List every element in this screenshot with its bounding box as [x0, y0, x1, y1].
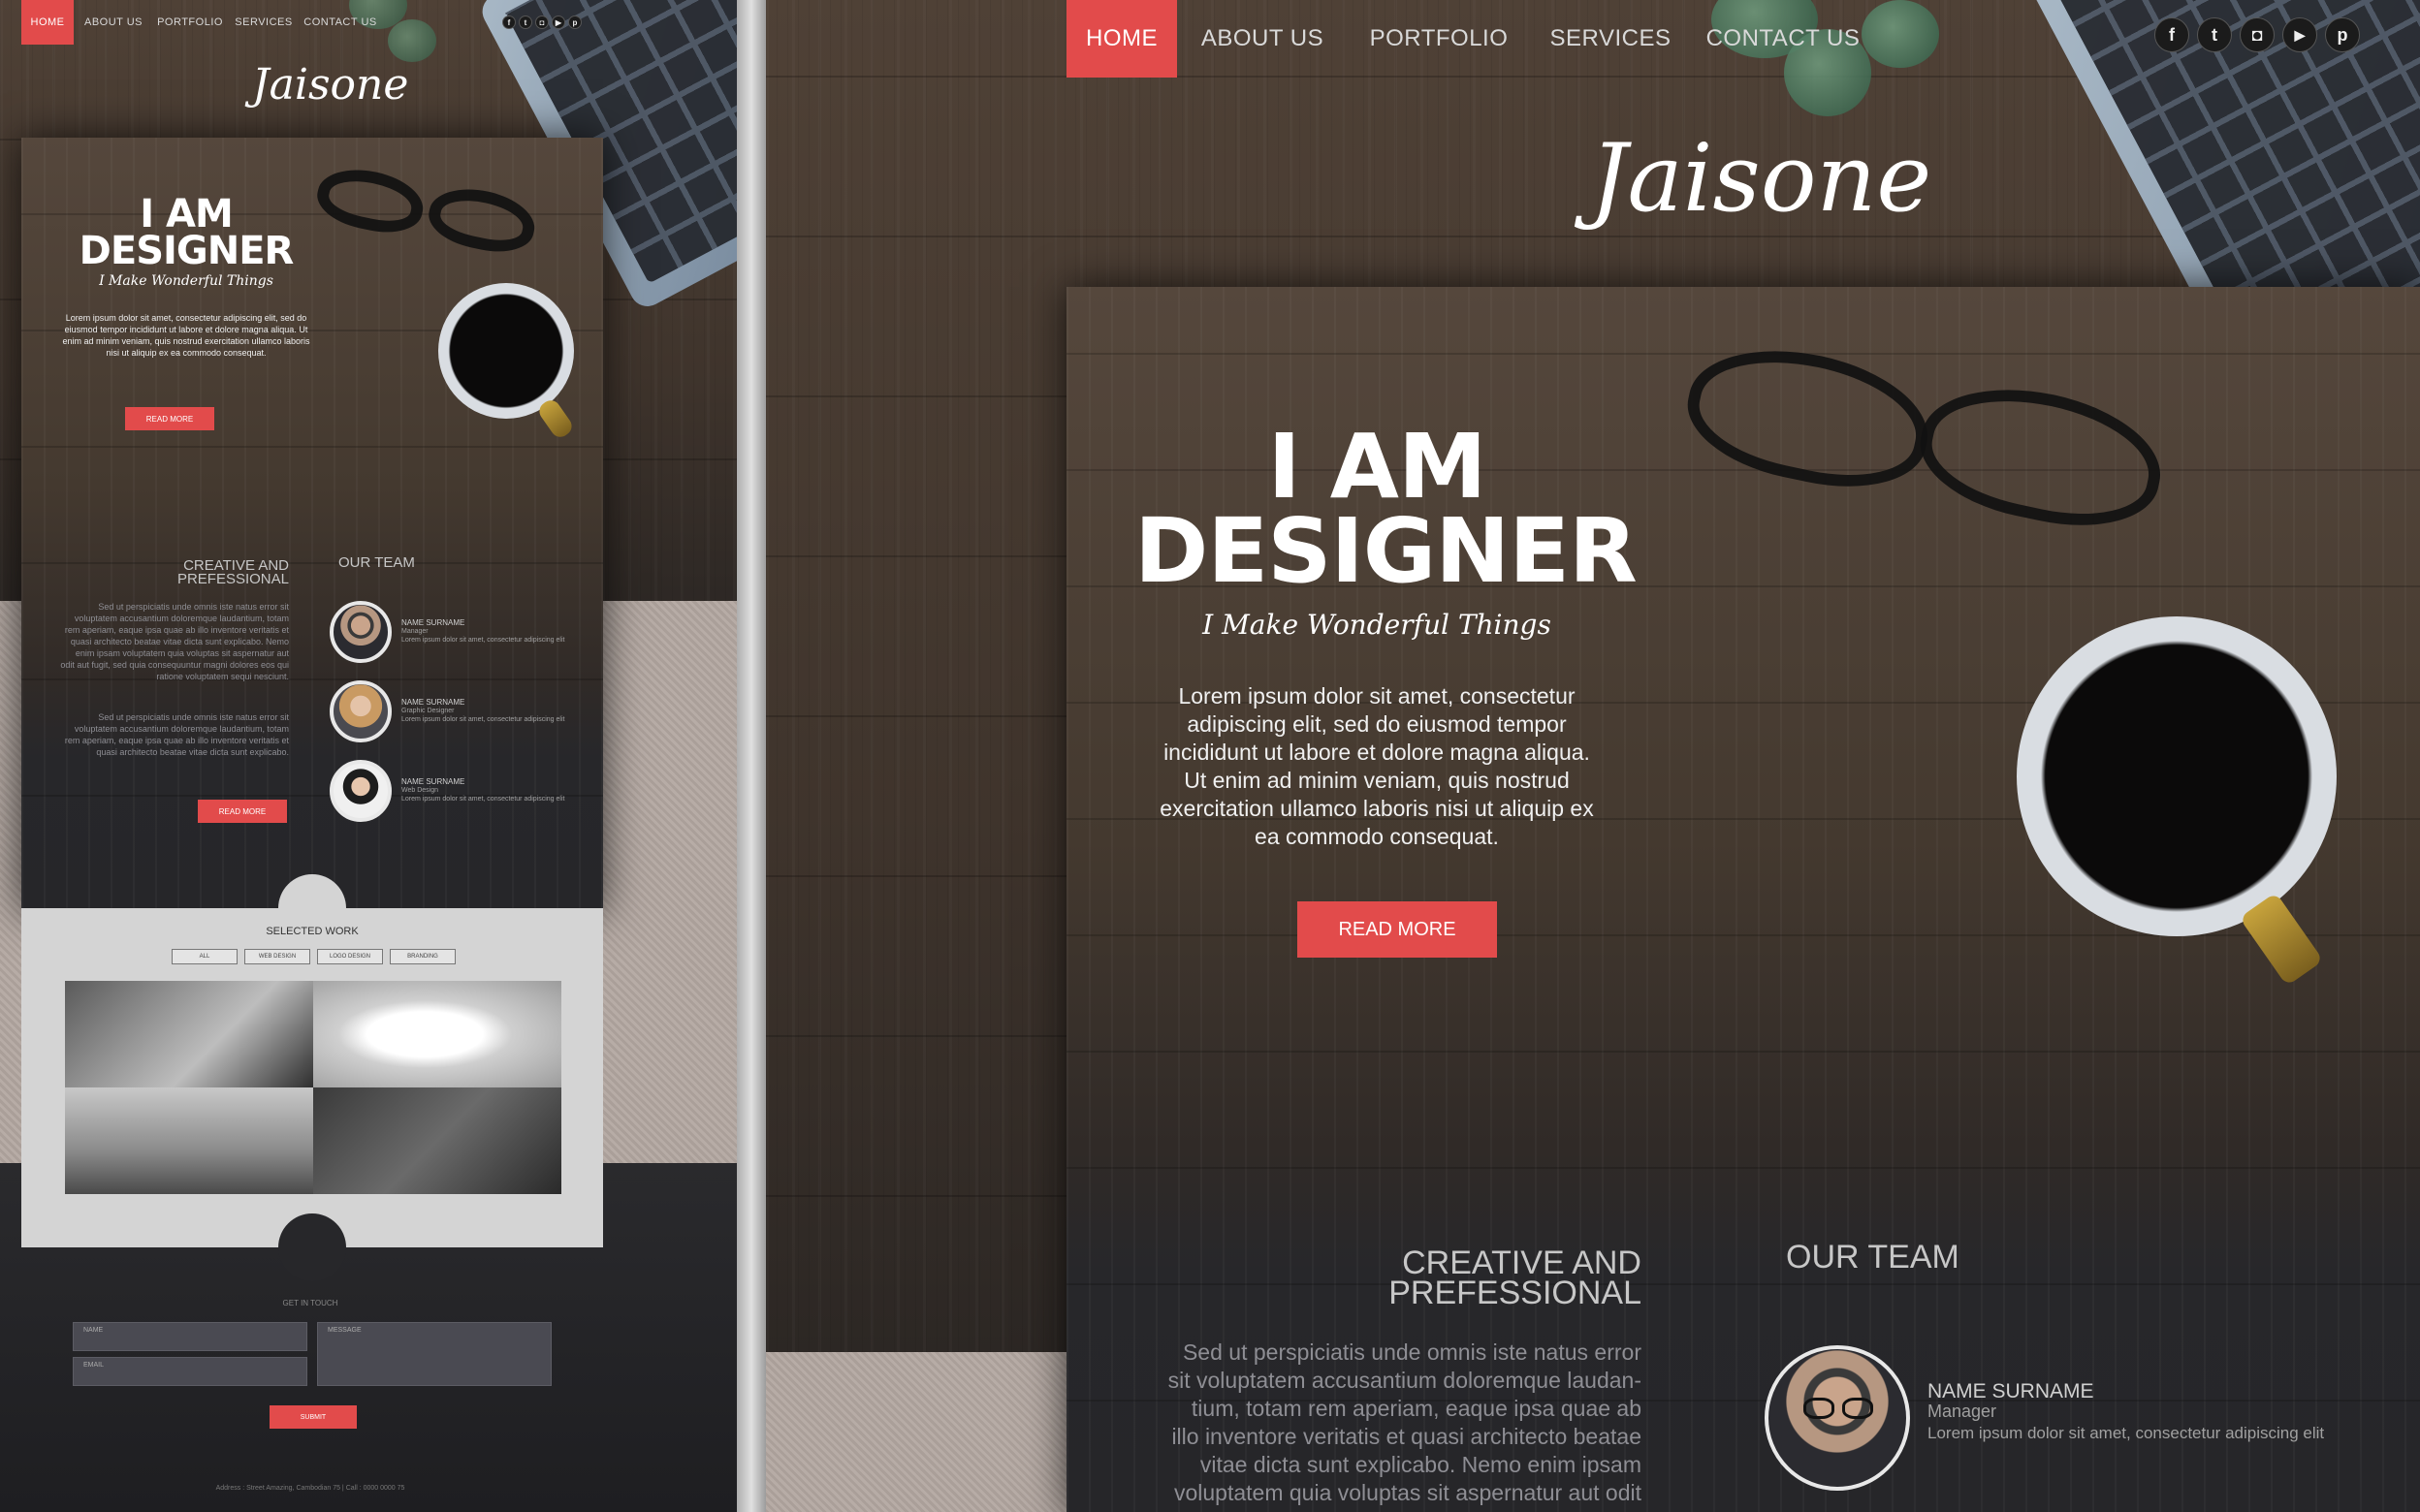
about-read-more-button[interactable]: READ MORE	[198, 800, 287, 823]
facebook-icon-zoomed[interactable]: f	[2154, 17, 2189, 52]
team-member-2-role: Graphic Designer	[401, 708, 455, 714]
youtube-icon[interactable]: ▶	[552, 16, 565, 29]
team-member-3-desc: Lorem ipsum dolor sit amet, consectetur …	[401, 796, 565, 803]
team-heading: OUR TEAM	[338, 554, 415, 571]
team-member-2-desc: Lorem ipsum dolor sit amet, consectetur …	[401, 716, 565, 723]
top-nav-zoomed: HOME ABOUT US PORTFOLIO SERVICES CONTACT…	[1067, 0, 1875, 78]
nav-home[interactable]: HOME	[21, 0, 74, 45]
hero-card: I AM DESIGNER I Make Wonderful Things Lor…	[21, 138, 603, 913]
filter-web-design[interactable]: WEB DESIGN	[244, 949, 310, 964]
instagram-icon[interactable]: ◘	[535, 16, 549, 29]
nav-home-zoomed[interactable]: HOME	[1067, 0, 1177, 78]
social-links: f t ◘ ▶ p	[502, 16, 582, 29]
team-member-1-name: NAME SURNAME	[401, 618, 465, 627]
about-body: Sed ut perspiciatis unde omnis iste natu…	[60, 602, 289, 681]
youtube-icon-zoomed[interactable]: ▶	[2282, 17, 2317, 52]
selected-work-section: SELECTED WORK ALL WEB DESIGN LOGO DESIGN…	[21, 874, 603, 1281]
team-member-3-role: Web Design	[401, 787, 439, 794]
contact-email-field[interactable]: EMAIL	[73, 1357, 307, 1386]
about-heading: CREATIVE AND PREFESSIONAL	[99, 558, 289, 587]
contact-message-field[interactable]: MESSAGE	[317, 1322, 552, 1386]
hero-read-more-button-zoomed[interactable]: READ MORE	[1297, 901, 1497, 958]
about-body-second: Sed ut perspiciatis unde omnis iste natu…	[64, 712, 289, 757]
full-page-preview: HOME ABOUT US PORTFOLIO SERVICES CONTACT…	[0, 0, 737, 1512]
filter-logo-design[interactable]: LOGO DESIGN	[317, 949, 383, 964]
pane-divider	[737, 0, 766, 1512]
team-member-2-name: NAME SURNAME	[401, 698, 465, 707]
filter-branding[interactable]: BRANDING	[390, 949, 456, 964]
contact-name-field[interactable]: NAME	[73, 1322, 307, 1351]
contact-submit-button[interactable]: SUBMIT	[270, 1405, 357, 1429]
nav-about-us-zoomed[interactable]: ABOUT US	[1177, 0, 1348, 78]
about-body-zoomed: Sed ut perspiciatis unde omnis iste natu…	[1086, 1339, 1641, 1507]
hero-card-zoomed: I AM DESIGNER I Make Wonderful Things Lor…	[1067, 287, 2420, 1512]
hero-title-line2-zoomed: DESIGNER	[1134, 499, 1638, 604]
about-line-1: Sed ut perspiciatis unde omnis iste natu…	[1182, 1339, 1641, 1365]
pinterest-icon-zoomed[interactable]: p	[2325, 17, 2360, 52]
twitter-icon[interactable]: t	[519, 16, 532, 29]
nav-portfolio-zoomed[interactable]: PORTFOLIO	[1348, 0, 1530, 78]
pinterest-icon[interactable]: p	[568, 16, 582, 29]
facebook-icon[interactable]: f	[502, 16, 516, 29]
twitter-icon-zoomed[interactable]: t	[2197, 17, 2232, 52]
hero-body: Lorem ipsum dolor sit amet, consectetur …	[62, 313, 310, 358]
team-avatar-2	[330, 680, 392, 742]
about-line-3: tium, totam rem aperiam, eaque ipsa quae…	[1191, 1396, 1641, 1421]
nav-portfolio[interactable]: PORTFOLIO	[153, 0, 227, 45]
top-nav: HOME ABOUT US PORTFOLIO SERVICES CONTACT…	[21, 0, 380, 45]
site-logo-zoomed[interactable]: Jaisone	[1590, 124, 1931, 233]
work-tile-keyboard[interactable]	[65, 981, 313, 1087]
about-heading-line2: PREFESSIONAL	[176, 570, 289, 587]
hero-title: I AM DESIGNER	[60, 195, 312, 270]
nav-contact-us-zoomed[interactable]: CONTACT US	[1691, 0, 1875, 78]
team-member-1-role: Manager	[401, 628, 429, 635]
team-member-1-role-zoomed: Manager	[1927, 1402, 1997, 1421]
about-line-6: voluptatem quia voluptas sit aspernatur …	[1173, 1480, 1641, 1505]
work-tile-desk[interactable]	[313, 1087, 561, 1194]
hero-title-line2: DESIGNER	[79, 229, 295, 273]
coffee-cup-image-zoomed	[2017, 616, 2337, 936]
about-line-5: vitae dicta sunt explicabo. Nemo enim ip…	[1199, 1452, 1641, 1477]
mockup-canvas: HOME ABOUT US PORTFOLIO SERVICES CONTACT…	[0, 0, 2420, 1512]
about-line-2: sit voluptatem accusantium doloremque la…	[1167, 1368, 1641, 1393]
social-links-zoomed: f t ◘ ▶ p	[2154, 17, 2360, 52]
nav-services[interactable]: SERVICES	[227, 0, 301, 45]
about-heading-line2-zoomed: PREFESSIONAL	[1388, 1274, 1641, 1311]
team-avatar-3	[330, 760, 392, 822]
work-tile-mug[interactable]	[313, 981, 561, 1087]
plant-leaf	[388, 19, 436, 62]
work-notch-bottom	[278, 1213, 346, 1281]
hero-body-zoomed: Lorem ipsum dolor sit amet, consectetur …	[1160, 683, 1594, 849]
team-member-1-desc: Lorem ipsum dolor sit amet, consectetur …	[401, 637, 565, 644]
work-heading: SELECTED WORK	[266, 926, 359, 937]
team-member-3-name: NAME SURNAME	[401, 777, 465, 786]
nav-about-us[interactable]: ABOUT US	[74, 0, 153, 45]
nav-contact-us[interactable]: CONTACT US	[301, 0, 380, 45]
team-member-1-name-zoomed: NAME SURNAME	[1927, 1380, 2094, 1402]
about-heading-zoomed: CREATIVE AND PREFESSIONAL	[1260, 1246, 1641, 1309]
team-avatar-1	[330, 601, 392, 663]
instagram-icon-zoomed[interactable]: ◘	[2240, 17, 2275, 52]
team-avatar-1-zoomed	[1765, 1345, 1910, 1491]
work-tile-portrait[interactable]	[65, 1087, 313, 1194]
nav-services-zoomed[interactable]: SERVICES	[1530, 0, 1691, 78]
about-line-4: illo inventore veritatis et quasi archit…	[1171, 1424, 1641, 1449]
coffee-cup-image	[438, 283, 574, 419]
site-logo[interactable]: Jaisone	[252, 60, 408, 110]
team-heading-zoomed: OUR TEAM	[1786, 1239, 1959, 1276]
hero-read-more-button[interactable]: READ MORE	[125, 407, 214, 430]
team-member-1-desc-zoomed: Lorem ipsum dolor sit amet, consectetur …	[1927, 1424, 2325, 1442]
footer-address: Address : Street Amazing, Cambodian 75 |…	[215, 1485, 405, 1492]
hero-title-zoomed: I AM DESIGNER	[1134, 423, 1638, 596]
zoomed-preview: HOME ABOUT US PORTFOLIO SERVICES CONTACT…	[766, 0, 2420, 1512]
hero-tagline: I Make Wonderful Things	[99, 273, 273, 289]
filter-all[interactable]: ALL	[172, 949, 238, 964]
contact-heading: GET IN TOUCH	[282, 1299, 338, 1307]
hero-tagline-zoomed: I Make Wonderful Things	[1202, 609, 1551, 641]
